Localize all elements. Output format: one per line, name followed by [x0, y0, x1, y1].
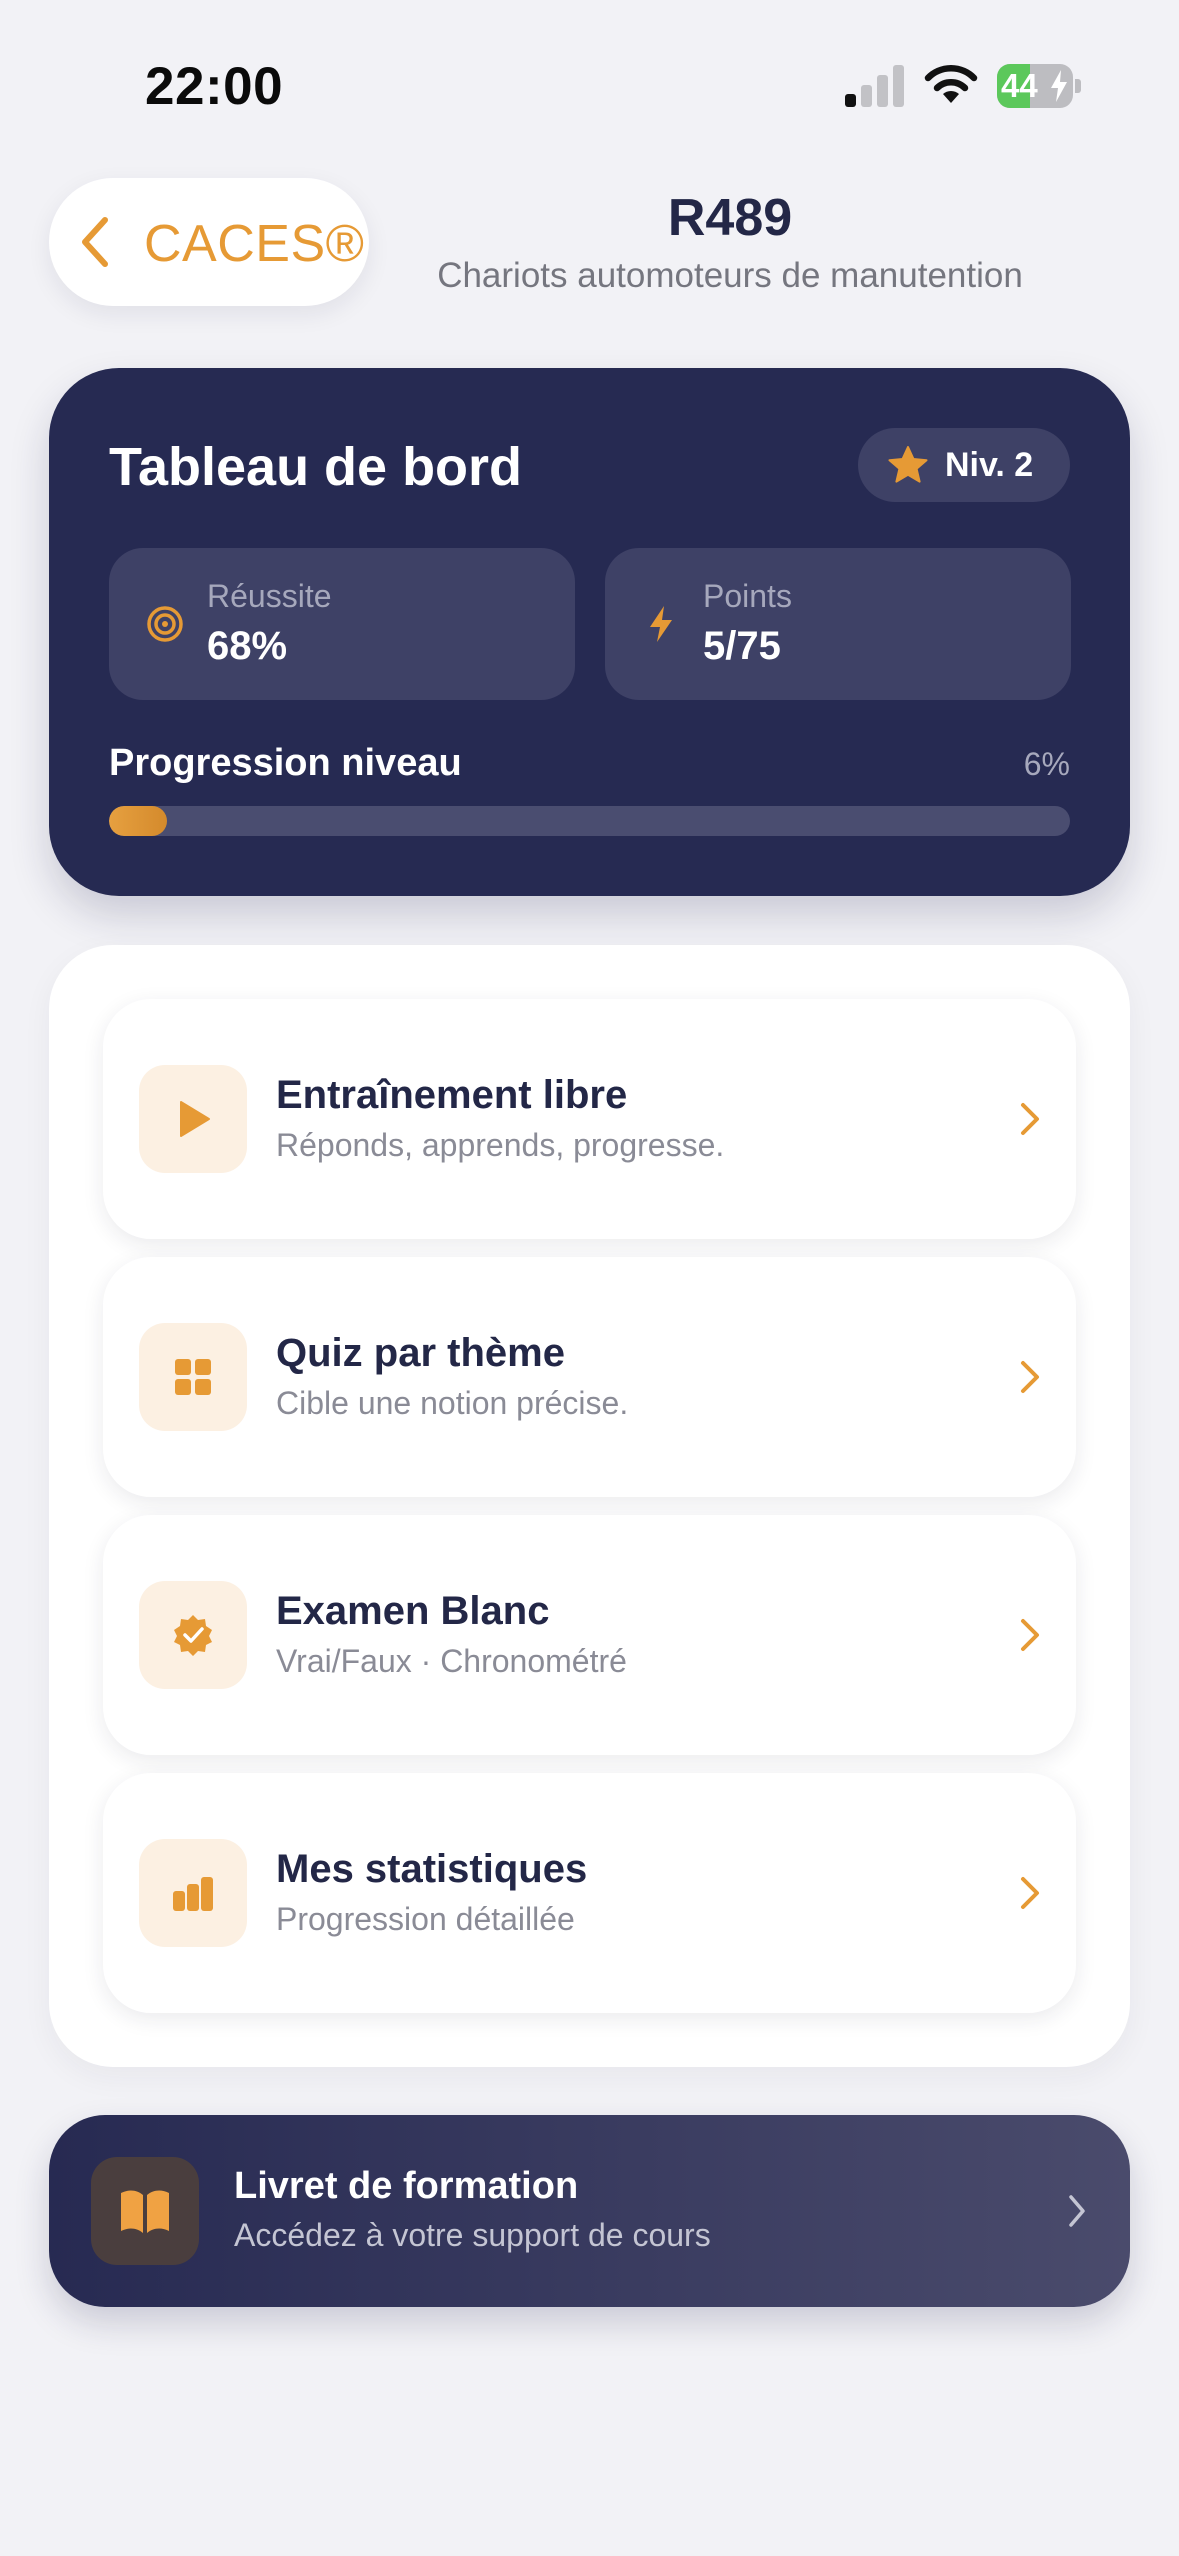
menu-item-subtitle: Réponds, apprends, progresse. — [276, 1127, 725, 1163]
dashboard-title: Tableau de bord — [109, 437, 523, 497]
status-bar: 22:00 44 — [0, 0, 1179, 170]
page-title: R489 — [667, 189, 793, 247]
menu-item-title: Entraînement libre — [276, 1073, 628, 1117]
menu-icon-box — [139, 1581, 247, 1689]
battery-body: 44 — [997, 64, 1073, 108]
stat-value: 68% — [207, 624, 288, 668]
battery-cap — [1075, 79, 1081, 93]
level-badge: Niv. 2 — [858, 428, 1070, 502]
grid-icon — [175, 1359, 211, 1395]
menu-item-title: Quiz par thème — [276, 1331, 565, 1375]
training-booklet-button[interactable]: Livret de formation Accédez à votre supp… — [49, 2115, 1130, 2307]
progress-track — [109, 806, 1070, 836]
chevron-left-icon — [82, 217, 108, 267]
progress-fill — [109, 806, 167, 836]
menu-item-title: Examen Blanc — [276, 1589, 550, 1633]
charging-bolt-icon — [1051, 70, 1067, 102]
chevron-right-icon — [1021, 1619, 1039, 1651]
battery-indicator: 44 — [997, 64, 1081, 108]
cellular-signal-icon — [845, 65, 904, 107]
stat-label: Réussite — [207, 578, 332, 614]
chevron-right-icon — [1069, 2195, 1085, 2227]
verified-badge-icon — [174, 1615, 212, 1656]
menu-item-mock-exam[interactable]: Examen Blanc Vrai/Faux · Chronométré — [103, 1515, 1076, 1755]
page-subtitle: Chariots automoteurs de manutention — [437, 256, 1023, 295]
stat-card-points: Points 5/75 — [605, 548, 1071, 700]
star-icon — [888, 446, 928, 483]
back-label: CACES® — [144, 215, 365, 273]
target-icon — [147, 606, 183, 642]
dashboard-card: Tableau de bord Niv. 2 Réussite 68% Poin… — [49, 368, 1130, 896]
stat-card-success: Réussite 68% — [109, 548, 575, 700]
menu-item-subtitle: Progression détaillée — [276, 1901, 575, 1937]
chevron-right-icon — [1021, 1877, 1039, 1909]
book-icon — [121, 2190, 169, 2233]
chevron-right-icon — [1021, 1103, 1039, 1135]
menu-item-theme-quiz[interactable]: Quiz par thème Cible une notion précise. — [103, 1257, 1076, 1497]
stat-label: Points — [703, 578, 792, 614]
menu-container: Entraînement libre Réponds, apprends, pr… — [49, 945, 1130, 2067]
menu-item-title: Mes statistiques — [276, 1847, 588, 1891]
menu-item-subtitle: Vrai/Faux · Chronométré — [276, 1643, 627, 1679]
level-label: Niv. 2 — [945, 446, 1034, 484]
booklet-title: Livret de formation — [234, 2165, 579, 2207]
menu-icon-box — [139, 1839, 247, 1947]
wifi-icon — [924, 65, 978, 103]
menu-icon-box — [139, 1065, 247, 1173]
back-button[interactable]: CACES® — [49, 178, 369, 306]
menu-item-free-training[interactable]: Entraînement libre Réponds, apprends, pr… — [103, 999, 1076, 1239]
menu-item-statistics[interactable]: Mes statistiques Progression détaillée — [103, 1773, 1076, 2013]
menu-icon-box — [139, 1323, 247, 1431]
bolt-icon — [650, 606, 672, 642]
progress-percent: 6% — [1023, 746, 1070, 782]
menu-item-subtitle: Cible une notion précise. — [276, 1385, 629, 1421]
status-time: 22:00 — [145, 57, 284, 116]
bar-chart-icon — [173, 1877, 213, 1911]
progress-label: Progression niveau — [109, 742, 462, 784]
booklet-icon-box — [91, 2157, 199, 2265]
booklet-subtitle: Accédez à votre support de cours — [234, 2217, 711, 2253]
stat-value: 5/75 — [703, 624, 781, 668]
play-icon — [180, 1101, 210, 1137]
chevron-right-icon — [1021, 1361, 1039, 1393]
